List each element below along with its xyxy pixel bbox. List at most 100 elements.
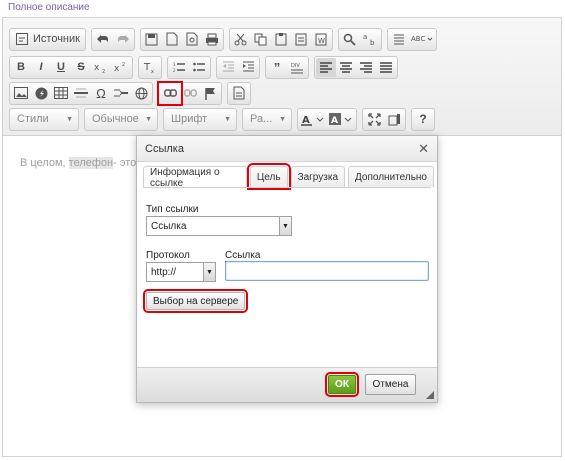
numbered-list-button[interactable]: 12	[169, 58, 189, 77]
clipboard-text-icon	[295, 33, 307, 46]
horizontal-rule-icon	[74, 88, 88, 98]
scissors-icon	[234, 33, 247, 45]
tab-upload[interactable]: Загрузка	[290, 166, 346, 187]
page-break-button[interactable]	[111, 84, 131, 103]
source-icon	[16, 33, 28, 45]
copy-icon	[254, 33, 267, 45]
browse-server-button[interactable]: Выбор на сервере	[142, 289, 249, 313]
new-page-button[interactable]	[162, 30, 182, 49]
select-all-button[interactable]	[389, 30, 409, 49]
format-combo[interactable]: Обычное ▼	[84, 107, 158, 131]
image-button[interactable]	[11, 84, 31, 103]
chevron-down-icon: ▼	[279, 217, 291, 235]
copy-button[interactable]	[251, 30, 271, 49]
bulleted-list-button[interactable]	[189, 58, 209, 77]
create-div-button[interactable]: DIV	[287, 58, 307, 77]
undo-icon	[96, 35, 108, 43]
replace-button[interactable]: ab	[360, 30, 380, 49]
styles-combo-label: Стили	[17, 113, 49, 125]
show-blocks-icon	[388, 113, 400, 125]
templates-button[interactable]	[229, 84, 249, 103]
bold-button[interactable]: B	[11, 58, 31, 77]
paste-button[interactable]	[271, 30, 291, 49]
font-combo[interactable]: Шрифт ▼	[163, 107, 237, 131]
strike-button[interactable]: S	[71, 58, 91, 77]
outdent-button[interactable]	[218, 58, 238, 77]
source-label: Источник	[33, 33, 80, 45]
special-char-button[interactable]: Ω	[91, 84, 111, 103]
page-break-icon	[114, 89, 128, 97]
svg-text:2: 2	[122, 62, 125, 68]
chevron-down-icon: ▼	[203, 263, 215, 281]
tab-advanced[interactable]: Дополнительно	[348, 166, 434, 187]
styles-combo[interactable]: Стили ▼	[9, 107, 79, 131]
align-center-button[interactable]	[336, 58, 356, 77]
redo-button[interactable]	[113, 30, 133, 49]
ok-button[interactable]: ОК	[325, 372, 359, 397]
maximize-button[interactable]	[364, 110, 384, 129]
paste-word-button[interactable]: W	[311, 30, 331, 49]
italic-button[interactable]: I	[31, 58, 51, 77]
underline-button[interactable]: U	[51, 58, 71, 77]
protocol-value: http://	[151, 266, 177, 278]
text-color-button[interactable]: A	[299, 110, 327, 129]
flag-icon	[205, 87, 215, 100]
find-button[interactable]	[340, 30, 360, 49]
undo-button[interactable]	[93, 30, 113, 49]
unlink-button[interactable]	[180, 84, 200, 103]
flash-button[interactable]	[31, 84, 51, 103]
link-type-value: Ссылка	[151, 220, 187, 232]
subscript-button[interactable]: x2	[91, 58, 111, 77]
align-right-button[interactable]	[356, 58, 376, 77]
format-combo-label: Обычное	[92, 113, 139, 125]
indent-button[interactable]	[238, 58, 258, 77]
table-icon	[54, 87, 68, 99]
resize-grip-icon[interactable]	[426, 391, 434, 399]
link-dialog: Ссылка ✕ Информация о ссылке Цель Загруз…	[136, 135, 438, 403]
justify-icon	[380, 61, 392, 73]
print-button[interactable]	[202, 30, 222, 49]
bg-color-button[interactable]: A	[327, 110, 355, 129]
dialog-titlebar[interactable]: Ссылка ✕	[137, 136, 437, 162]
editor-content-text[interactable]: В целом, телефон- это с	[20, 157, 145, 169]
iframe-button[interactable]	[131, 84, 151, 103]
align-right-icon	[360, 61, 372, 73]
link-button[interactable]	[157, 80, 183, 106]
tab-divider	[143, 187, 431, 188]
link-type-select[interactable]: Ссылка ▼	[146, 216, 292, 236]
font-size-combo[interactable]: Ра... ▼	[242, 107, 292, 131]
svg-text:x: x	[151, 69, 154, 73]
preview-button[interactable]	[182, 30, 202, 49]
align-left-button[interactable]	[316, 57, 336, 77]
source-button[interactable]: Источник	[11, 30, 84, 49]
justify-button[interactable]	[376, 58, 396, 77]
blockquote-button[interactable]: ”	[267, 58, 287, 77]
clear-format-icon: Tx	[143, 62, 154, 73]
close-icon[interactable]: ✕	[418, 141, 429, 157]
url-input[interactable]	[225, 261, 429, 281]
save-button[interactable]	[142, 30, 162, 49]
cut-button[interactable]	[231, 30, 251, 49]
help-button[interactable]: ?	[413, 110, 433, 129]
text-color-icon: A	[301, 115, 324, 126]
remove-format-button[interactable]: Tx	[140, 58, 160, 77]
protocol-select[interactable]: http:// ▼	[146, 262, 216, 282]
print-icon	[205, 33, 218, 45]
anchor-button[interactable]	[200, 84, 220, 103]
content-text-highlight: телефон	[68, 157, 114, 169]
superscript-button[interactable]: x2	[111, 58, 131, 77]
flash-icon	[35, 87, 47, 99]
font-size-combo-label: Ра...	[250, 113, 273, 125]
show-blocks-button[interactable]	[384, 110, 404, 129]
clipboard-icon	[275, 33, 287, 46]
tab-link-info[interactable]: Информация о ссылке	[143, 166, 247, 189]
svg-text:x: x	[114, 64, 120, 73]
horizontal-rule-button[interactable]	[71, 84, 91, 103]
font-combo-label: Шрифт	[171, 113, 208, 125]
spellcheck-button[interactable]: ABC	[409, 30, 435, 49]
table-button[interactable]	[51, 84, 71, 103]
tab-target[interactable]: Цель	[246, 163, 291, 190]
chevron-down-icon: ▼	[66, 115, 73, 123]
paste-text-button[interactable]	[291, 30, 311, 49]
cancel-button[interactable]: Отмена	[365, 374, 416, 395]
